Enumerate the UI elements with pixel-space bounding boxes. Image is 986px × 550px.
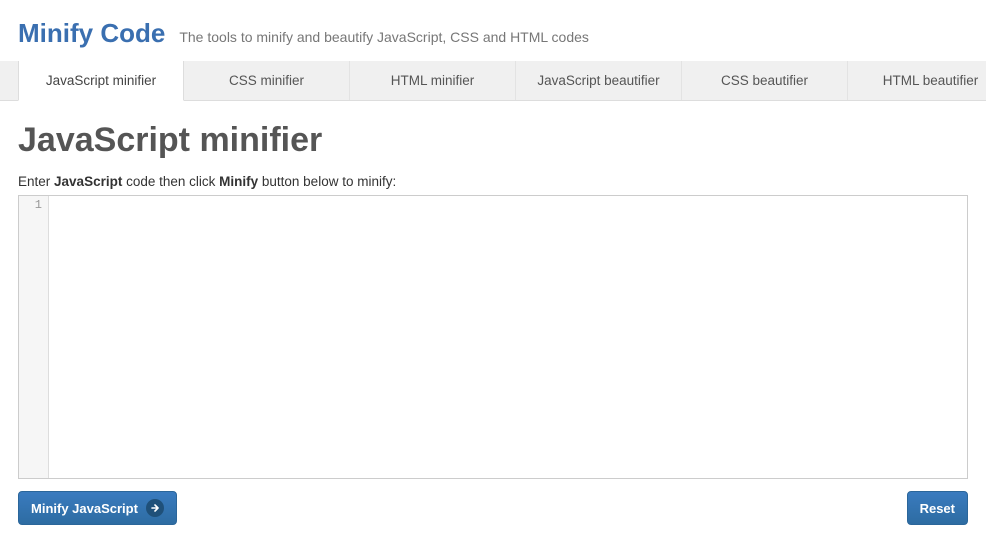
reset-button-label: Reset [920,501,955,516]
header: Minify Code The tools to minify and beau… [0,0,986,61]
line-gutter: 1 [19,196,49,478]
instruction-mid: code then click [122,174,219,189]
code-editor-container: 1 [18,195,968,479]
tab-html-beautifier[interactable]: HTML beautifier [848,61,986,100]
button-row: Minify JavaScript Reset [18,491,968,525]
logo-link[interactable]: Minify Code [18,18,165,49]
minify-button[interactable]: Minify JavaScript [18,491,177,525]
instruction-prefix: Enter [18,174,54,189]
tagline: The tools to minify and beautify JavaScr… [179,29,589,45]
reset-button[interactable]: Reset [907,491,968,525]
tab-css-minifier[interactable]: CSS minifier [184,61,350,100]
tab-html-minifier[interactable]: HTML minifier [350,61,516,100]
instruction-text: Enter JavaScript code then click Minify … [18,174,968,189]
code-input[interactable] [49,196,967,478]
arrow-right-icon [146,499,164,517]
tab-javascript-minifier[interactable]: JavaScript minifier [18,61,184,101]
minify-button-label: Minify JavaScript [31,501,138,516]
page-title: JavaScript minifier [18,121,968,160]
line-number: 1 [19,198,42,212]
tab-javascript-beautifier[interactable]: JavaScript beautifier [516,61,682,100]
tabs-nav: JavaScript minifier CSS minifier HTML mi… [0,61,986,101]
instruction-lang: JavaScript [54,174,122,189]
instruction-suffix: button below to minify: [258,174,396,189]
tab-css-beautifier[interactable]: CSS beautifier [682,61,848,100]
main-content: JavaScript minifier Enter JavaScript cod… [0,101,986,525]
instruction-action: Minify [219,174,258,189]
